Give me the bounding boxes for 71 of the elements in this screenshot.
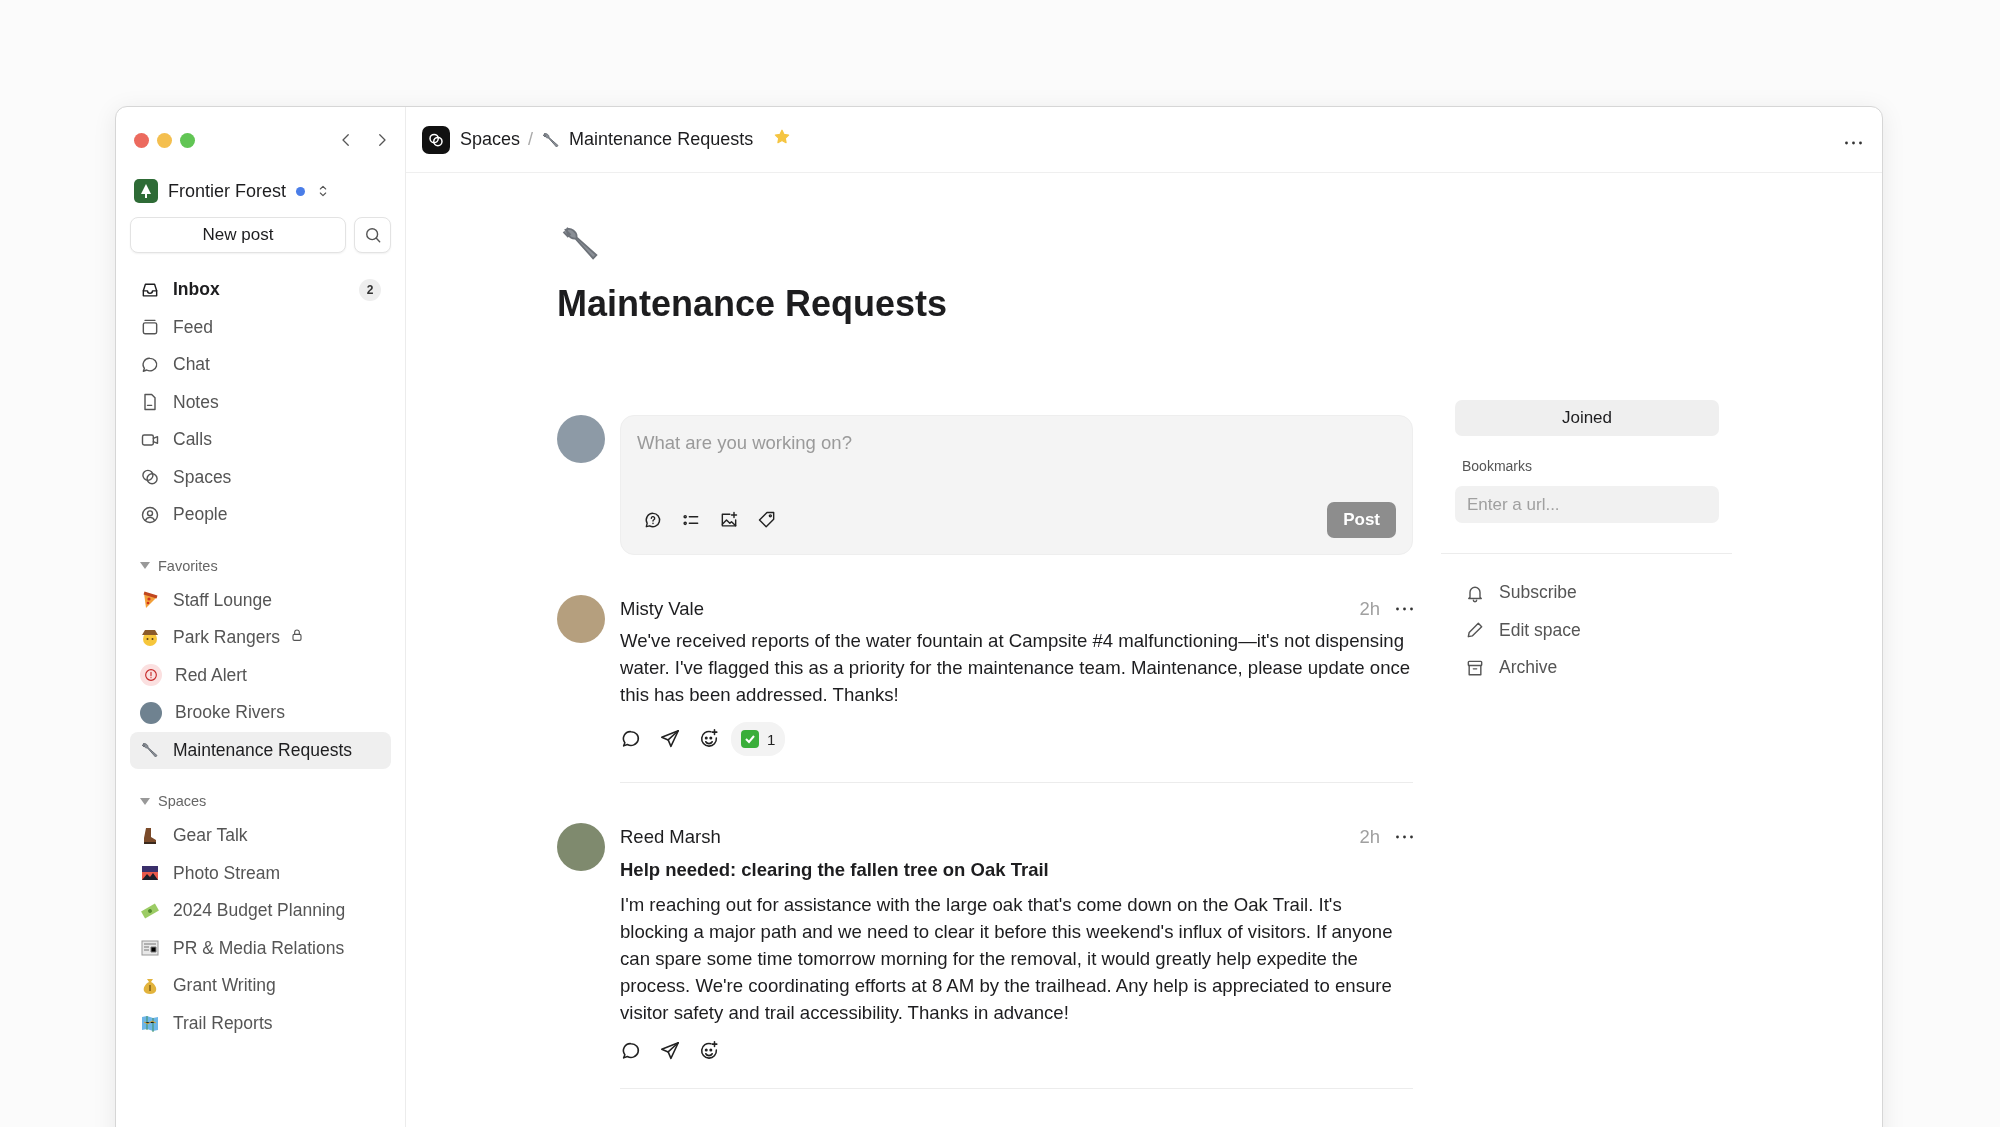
tag-icon <box>757 510 777 530</box>
nav-item[interactable]: Notes <box>130 383 391 421</box>
add-reaction-icon <box>698 728 720 750</box>
nav-item[interactable]: Spaces <box>130 458 391 496</box>
breadcrumb-separator: / <box>528 129 534 150</box>
new-post-button[interactable]: New post <box>130 217 346 253</box>
section-title: Favorites <box>158 557 218 574</box>
person-icon <box>140 504 160 525</box>
app-logo[interactable] <box>422 125 450 154</box>
url-field[interactable]: Enter a url... <box>1455 486 1719 523</box>
section-header[interactable]: Favorites <box>130 533 391 582</box>
comment-icon <box>620 1040 642 1062</box>
nav-item[interactable]: People <box>130 496 391 534</box>
question-bubble-icon <box>643 510 663 530</box>
sidebar-item[interactable]: Red Alert <box>130 656 391 694</box>
sidebar-item[interactable]: Maintenance Requests <box>130 731 391 769</box>
joined-button[interactable]: Joined <box>1455 400 1719 436</box>
nav-item[interactable]: Feed <box>130 308 391 346</box>
sidebar-item[interactable]: PR & Media Relations <box>130 929 391 967</box>
avatar <box>557 595 605 643</box>
more-icon[interactable] <box>1845 141 1862 145</box>
space-action[interactable]: Edit space <box>1455 611 1719 649</box>
newspaper-icon <box>140 938 160 959</box>
check-mark-icon <box>741 730 759 748</box>
post-title: Help needed: clearing the fallen tree on Oak Trail <box>620 859 1050 881</box>
sidebar-item[interactable]: 2024 Budget Planning <box>130 892 391 930</box>
unread-count: 2 <box>359 278 381 301</box>
sidebar-item[interactable]: Staff Lounge <box>130 581 391 619</box>
sidebar-item[interactable]: Grant Writing <box>130 967 391 1005</box>
close-window-button[interactable] <box>134 132 149 148</box>
send-icon <box>659 728 681 750</box>
more-icon[interactable] <box>1396 607 1413 611</box>
send-icon <box>659 1040 681 1062</box>
lock-icon <box>289 627 305 644</box>
breadcrumb-link[interactable]: Spaces <box>460 129 521 150</box>
star-icon <box>773 128 792 146</box>
post-text: I'm reaching out for assistance with the large oak that's come down on the Oak Trail. It's blocking a major path and we need to clear it before this weekend's influx of visitors. If anyone can spare some time tomorrow morning for the removal, it would greatly help expedite the process. We're coordinating efforts at 8 AM by the trailhead. Any help is appreciated to ensure visitor safety and trail accessibility. Thanks in advance! <box>620 893 1394 1025</box>
space-action[interactable]: Subscribe <box>1455 574 1719 612</box>
space-title: Maintenance Requests <box>557 283 949 325</box>
breadcrumb-current: Maintenance Requests <box>569 129 754 150</box>
map-icon <box>140 1013 160 1034</box>
add-image-icon <box>719 510 739 530</box>
reaction-chip[interactable]: 1 <box>731 722 786 756</box>
add-reaction-icon <box>698 1040 720 1062</box>
sidebar-item[interactable]: Brooke Rivers <box>130 694 391 732</box>
nav-item[interactable]: Inbox 2 <box>130 271 391 309</box>
section-header[interactable]: Spaces <box>130 769 391 817</box>
sidebar-item[interactable]: Trail Reports <box>130 1004 391 1042</box>
nav-item[interactable]: Chat <box>130 346 391 384</box>
search-button[interactable] <box>354 217 391 253</box>
comment-icon <box>620 728 642 750</box>
sidebar-item[interactable]: Photo Stream <box>130 854 391 892</box>
workspace-name[interactable]: Frontier Forest <box>168 180 287 202</box>
avatar <box>557 415 605 463</box>
more-icon[interactable] <box>1396 835 1413 839</box>
avatar <box>140 701 162 724</box>
status-dot <box>296 186 306 196</box>
workspace-logo[interactable] <box>134 179 158 203</box>
author-name[interactable]: Misty Vale <box>620 598 704 620</box>
smiley-icon <box>140 627 160 648</box>
post-text: We've received reports of the water fountain at Campsite #4 malfunctioning—it's not dispensing water. I've flagged this as a priority for the maintenance team. Maintenance, please update once this has been addressed. Thanks! <box>620 629 1412 707</box>
nav-item[interactable]: Calls <box>130 421 391 459</box>
sidebar-item[interactable]: Park Rangers <box>130 619 391 657</box>
post-time: 2h <box>1359 598 1380 620</box>
post-time: 2h <box>1359 826 1380 848</box>
section-title: Spaces <box>158 793 207 809</box>
space-action[interactable]: Archive <box>1455 649 1719 687</box>
bookmarks-label: Bookmarks <box>1462 458 1534 474</box>
avatar <box>557 823 605 871</box>
author-name[interactable]: Reed Marsh <box>620 826 721 848</box>
sidebar-item[interactable]: Gear Talk <box>130 817 391 855</box>
